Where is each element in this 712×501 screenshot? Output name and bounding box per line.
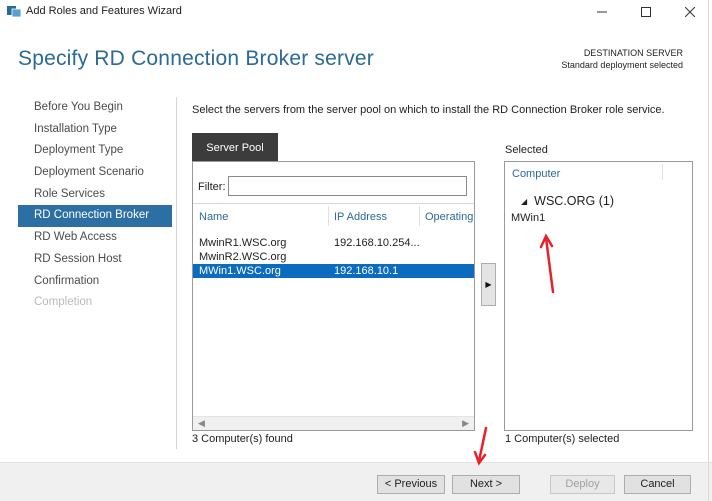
divider bbox=[193, 203, 474, 204]
nav-divider bbox=[176, 97, 177, 449]
server-pool-list: Filter: Name IP Address Operating MwinR1… bbox=[192, 161, 475, 431]
server-manager-icon bbox=[7, 6, 22, 18]
group-label: WSC.ORG (1) bbox=[534, 194, 615, 208]
column-header-ip-address[interactable]: IP Address bbox=[334, 211, 387, 223]
wizard-nav: Before You Begin Installation Type Deplo… bbox=[18, 97, 172, 314]
group-header[interactable]: ◢ WSC.ORG (1) bbox=[521, 194, 614, 208]
column-header-operating-system[interactable]: Operating bbox=[425, 211, 474, 223]
annotation-arrow-icon bbox=[473, 426, 488, 466]
column-divider[interactable] bbox=[419, 206, 420, 226]
destination-server-info: DESTINATION SERVER Standard deployment s… bbox=[561, 47, 683, 71]
nav-item-installation-type[interactable]: Installation Type bbox=[18, 119, 172, 141]
table-row[interactable]: MwinR1.WSC.org 192.168.10.254... bbox=[193, 236, 474, 250]
page-title: Specify RD Connection Broker server bbox=[18, 47, 374, 70]
server-ip: 192.168.10.254... bbox=[334, 237, 420, 249]
column-divider[interactable] bbox=[328, 206, 329, 226]
selected-label: Selected bbox=[505, 144, 548, 156]
collapse-triangle-icon[interactable]: ◢ bbox=[521, 197, 527, 206]
arrow-right-icon: ▶ bbox=[485, 280, 492, 289]
scroll-left-icon[interactable]: ◀ bbox=[198, 418, 205, 429]
nav-item-role-services[interactable]: Role Services bbox=[18, 184, 172, 206]
nav-item-deployment-type[interactable]: Deployment Type bbox=[18, 140, 172, 162]
maximize-icon[interactable] bbox=[624, 0, 668, 24]
server-name: MwinR2.WSC.org bbox=[199, 251, 287, 263]
scroll-right-icon[interactable]: ▶ bbox=[462, 418, 469, 429]
filter-label: Filter: bbox=[198, 181, 226, 193]
previous-button[interactable]: < Previous bbox=[377, 475, 445, 494]
servers-selected-count: 1 Computer(s) selected bbox=[505, 433, 620, 445]
nav-item-confirmation[interactable]: Confirmation bbox=[18, 271, 172, 293]
list-item[interactable]: MWin1 bbox=[511, 212, 545, 224]
instruction-text: Select the servers from the server pool … bbox=[192, 104, 665, 116]
nav-item-completion: Completion bbox=[34, 296, 93, 309]
window-title: Add Roles and Features Wizard bbox=[26, 5, 182, 17]
destination-server-label: DESTINATION SERVER bbox=[583, 48, 683, 58]
column-header-computer[interactable]: Computer bbox=[512, 168, 560, 180]
column-divider[interactable] bbox=[662, 164, 663, 180]
close-icon[interactable] bbox=[668, 0, 712, 24]
nav-item-deployment-scenario[interactable]: Deployment Scenario bbox=[18, 162, 172, 184]
tab-server-pool[interactable]: Server Pool bbox=[192, 133, 278, 161]
deploy-button: Deploy bbox=[550, 475, 615, 494]
nav-item-rd-session-host[interactable]: RD Session Host bbox=[18, 249, 172, 271]
nav-item-before-you-begin[interactable]: Before You Begin bbox=[18, 97, 172, 119]
destination-server-value: Standard deployment selected bbox=[561, 60, 683, 70]
servers-found-count: 3 Computer(s) found bbox=[192, 433, 293, 445]
table-row[interactable]: MwinR2.WSC.org bbox=[193, 250, 474, 264]
window-edge bbox=[708, 0, 709, 501]
server-ip: 192.168.10.1 bbox=[334, 265, 399, 277]
nav-item-rd-web-access[interactable]: RD Web Access bbox=[18, 227, 172, 249]
add-server-button[interactable]: ▶ bbox=[481, 263, 496, 306]
minimize-icon[interactable] bbox=[580, 0, 624, 24]
column-header-name[interactable]: Name bbox=[199, 211, 228, 223]
horizontal-scrollbar[interactable]: ◀ ▶ bbox=[193, 416, 474, 430]
server-name: MwinR1.WSC.org bbox=[199, 237, 287, 249]
selected-servers-list: Computer ◢ WSC.ORG (1) MWin1 bbox=[504, 161, 693, 431]
next-button[interactable]: Next > bbox=[452, 475, 520, 494]
nav-item-rd-connection-broker[interactable]: RD Connection Broker bbox=[18, 205, 172, 228]
filter-input[interactable] bbox=[228, 176, 467, 196]
server-name: MWin1.WSC.org bbox=[199, 265, 281, 277]
title-bar: Add Roles and Features Wizard bbox=[0, 0, 712, 24]
table-row-selected[interactable]: MWin1.WSC.org 192.168.10.1 bbox=[193, 264, 474, 278]
cancel-button[interactable]: Cancel bbox=[624, 475, 691, 494]
